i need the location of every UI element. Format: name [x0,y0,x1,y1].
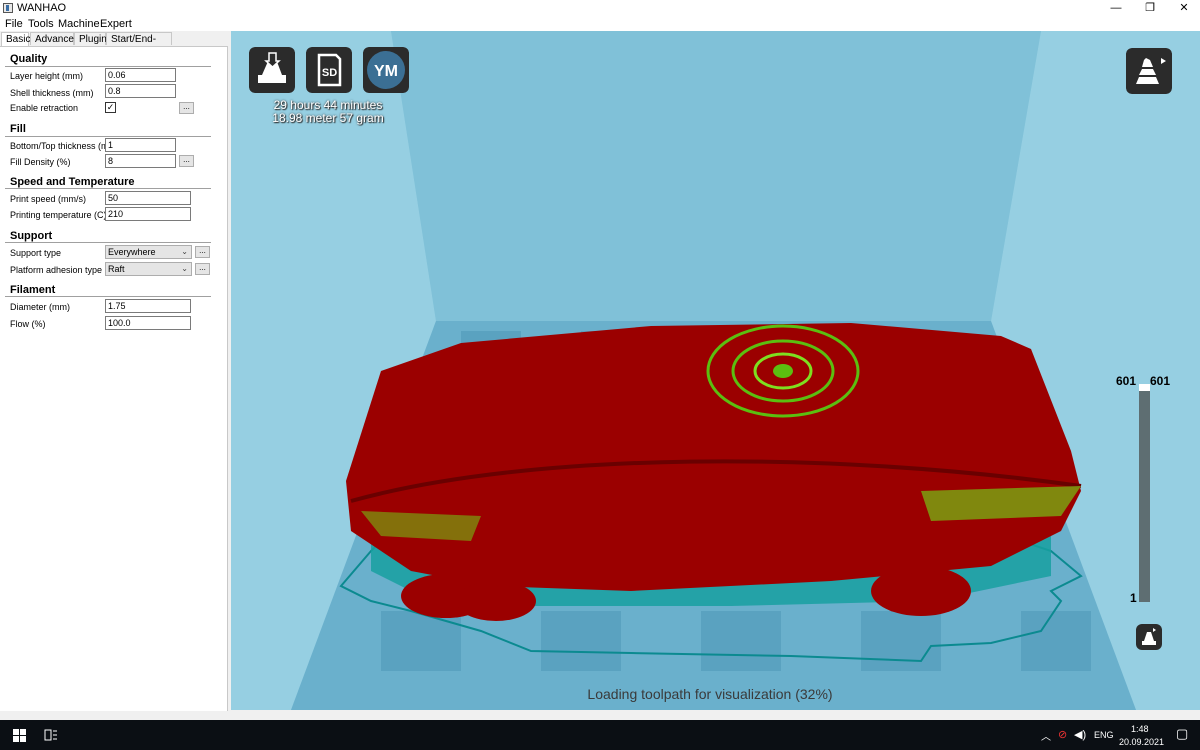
retraction-settings-button[interactable]: ... [179,102,194,114]
chevron-down-icon: ⌄ [181,264,188,273]
fill-density-input[interactable]: 8 [105,154,176,168]
window-title: WANHAO [17,2,67,14]
taskbar: ︿ ⊘ ◀) ENG 1:48 20.09.2021 ▢ [0,720,1200,750]
diameter-label: Diameter (mm) [10,302,70,312]
adhesion-value: Raft [108,264,125,274]
restore-button[interactable]: ❐ [1133,0,1167,17]
layer-max-label: 601 [1116,374,1137,388]
flow-input[interactable]: 100.0 [105,316,191,330]
layer-height-input[interactable]: 0.06 [105,68,176,82]
tab-basic[interactable]: Basic [1,32,30,46]
section-title-fill: Fill [10,123,26,135]
print-temp-input[interactable]: 210 [105,207,191,221]
network-error-icon[interactable]: ⊘ [1058,728,1067,741]
diameter-input[interactable]: 1.75 [105,299,191,313]
save-sd-button[interactable]: SD [306,47,352,93]
clock-date[interactable]: 20.09.2021 [1119,737,1164,747]
adhesion-label: Platform adhesion type [10,265,103,275]
print-time: 29 hours 44 minutes [273,98,383,112]
language-indicator[interactable]: ENG [1094,730,1114,740]
menu-bar: File Tools Machine Expert [0,17,1200,31]
loading-status: Loading toolpath for visualization (32%) [587,686,833,702]
windows-start-icon[interactable] [13,729,26,742]
section-divider [5,242,211,243]
title-bar: WANHAO — ❐ ✕ [0,0,1200,17]
layer-min-label: 1 [1130,591,1137,605]
layer-height-label: Layer height (mm) [10,71,84,81]
clock-time[interactable]: 1:48 [1131,724,1149,734]
notifications-icon[interactable]: ▢ [1176,726,1188,742]
tab-start-end-gcode[interactable]: Start/End-GCode [106,32,172,58]
sd-label: SD [322,67,337,79]
retraction-label: Enable retraction [10,103,79,113]
layer-slider-track[interactable] [1139,384,1150,602]
task-view-icon[interactable] [44,729,58,741]
tab-advanced[interactable]: Advanced [30,32,79,45]
bottom-top-input[interactable]: 1 [105,138,176,152]
menu-file[interactable]: File [5,17,23,31]
menu-tools[interactable]: Tools [28,17,54,31]
section-title-filament: Filament [10,284,56,296]
youmagine-button[interactable]: YM [363,47,409,93]
support-settings-button[interactable]: ... [195,246,210,258]
section-divider [5,296,211,297]
chevron-down-icon: ⌄ [181,247,188,256]
print-speed-input[interactable]: 50 [105,191,191,205]
bottom-top-label: Bottom/Top thickness (mm) [10,141,120,151]
adhesion-settings-button[interactable]: ... [195,263,210,275]
model-body [346,323,1081,591]
retraction-checkbox[interactable]: ✓ [105,102,116,113]
load-model-button[interactable] [249,47,295,93]
adhesion-select[interactable]: Raft ⌄ [105,262,192,276]
menu-expert[interactable]: Expert [100,17,132,31]
section-title-speed: Speed and Temperature [10,176,135,188]
infill-window [921,486,1081,521]
minimize-button[interactable]: — [1099,0,1133,17]
layer-slider-handle[interactable] [1139,384,1150,391]
fill-settings-button[interactable]: ... [179,155,194,167]
section-title-quality: Quality [10,53,48,65]
view-mode-button[interactable] [1126,48,1172,94]
support-type-value: Everywhere [108,247,156,257]
print-speed-label: Print speed (mm/s) [10,194,87,204]
print-temp-label: Printing temperature (C) [10,210,107,220]
tray-chevron-icon[interactable]: ︿ [1041,728,1051,743]
layer-view-button[interactable] [1136,624,1162,650]
fill-density-label: Fill Density (%) [10,157,71,167]
shell-thickness-label: Shell thickness (mm) [10,88,94,98]
section-title-support: Support [10,230,53,242]
menu-machine[interactable]: Machine [58,17,100,31]
section-divider [5,136,211,137]
section-divider [5,66,211,67]
settings-tabs: Basic Advanced Plugins Start/End-GCode [0,32,228,58]
support-type-select[interactable]: Everywhere ⌄ [105,245,192,259]
shell-thickness-input[interactable]: 0.8 [105,84,176,98]
volume-icon[interactable]: ◀) [1074,728,1086,741]
build-volume-back-wall [391,31,1041,321]
viewport-3d[interactable] [231,31,1200,710]
infill-center [773,364,793,378]
flow-label: Flow (%) [10,319,46,329]
app-icon [3,3,13,13]
layer-current-label: 601 [1150,374,1171,388]
section-divider [5,188,211,189]
support-type-label: Support type [10,248,62,258]
tab-plugins[interactable]: Plugins [74,32,112,45]
close-button[interactable]: ✕ [1167,0,1200,17]
youmagine-label: YM [374,63,398,80]
print-material: 18.98 meter 57 gram [272,111,384,125]
